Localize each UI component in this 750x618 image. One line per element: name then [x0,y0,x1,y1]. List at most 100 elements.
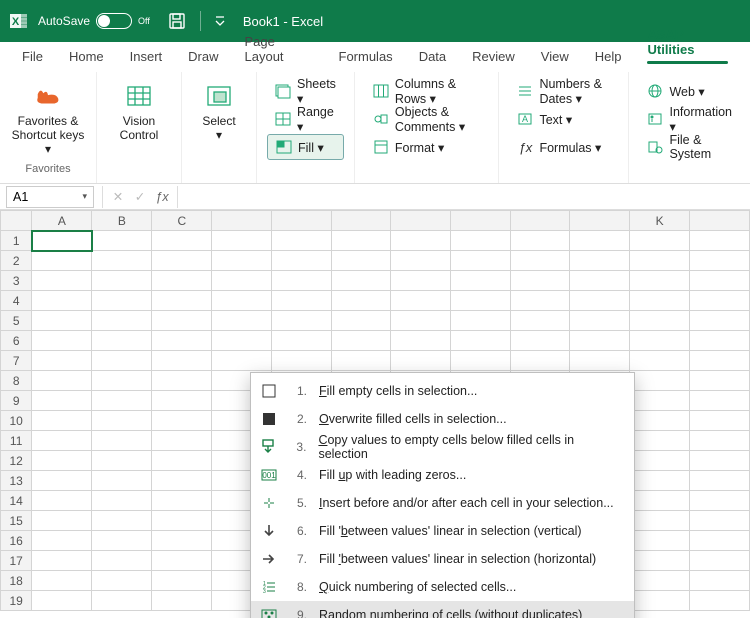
cell[interactable] [451,251,511,271]
cell[interactable] [630,411,690,431]
cell[interactable] [331,231,391,251]
cell[interactable] [510,251,570,271]
objects-comments-button[interactable]: Objects & Comments ▾ [365,106,489,132]
cell[interactable] [92,531,152,551]
cell[interactable] [152,571,212,591]
tab-draw[interactable]: Draw [176,43,230,72]
column-header[interactable] [690,211,750,231]
cell[interactable] [152,231,212,251]
column-header[interactable] [272,211,332,231]
name-box[interactable]: A1 ▾ [6,186,94,208]
cell[interactable] [570,231,630,251]
cell[interactable] [690,231,750,251]
cell[interactable] [630,351,690,371]
cell[interactable] [152,451,212,471]
cell[interactable] [92,351,152,371]
cell[interactable] [510,311,570,331]
menu-item-empty-square[interactable]: 1.Fill empty cells in selection... [251,377,634,405]
cell[interactable] [32,431,92,451]
cell[interactable] [690,251,750,271]
row-header[interactable]: 13 [1,471,32,491]
column-header[interactable] [212,211,272,231]
cell[interactable] [272,271,332,291]
cell[interactable] [451,271,511,291]
cell[interactable] [32,591,92,611]
cell[interactable] [32,351,92,371]
cell[interactable] [510,331,570,351]
menu-item-random[interactable]: 9.Random numbering of cells (without dup… [251,601,634,618]
cell[interactable] [630,431,690,451]
cell[interactable] [690,531,750,551]
cell[interactable] [630,491,690,511]
row-header[interactable]: 5 [1,311,32,331]
cell[interactable] [690,391,750,411]
cell[interactable] [212,331,272,351]
tab-formulas[interactable]: Formulas [327,43,405,72]
cell[interactable] [690,271,750,291]
cell[interactable] [272,311,332,331]
fx-button[interactable]: ƒx [151,190,173,204]
cell[interactable] [331,271,391,291]
cell[interactable] [32,491,92,511]
cell[interactable] [331,291,391,311]
cell[interactable] [92,471,152,491]
cell[interactable] [570,271,630,291]
cell[interactable] [630,231,690,251]
cell[interactable] [451,331,511,351]
column-header[interactable]: B [92,211,152,231]
columns-rows-button[interactable]: Columns & Rows ▾ [365,78,489,104]
cell[interactable] [152,531,212,551]
cell[interactable] [630,591,690,611]
tab-home[interactable]: Home [57,43,116,72]
cell[interactable] [212,311,272,331]
save-icon[interactable] [168,12,186,30]
cell[interactable] [570,311,630,331]
select-button[interactable]: Select ▾ [192,78,246,163]
cancel-icon[interactable]: ✕ [107,189,129,204]
cell[interactable] [92,311,152,331]
cell[interactable] [152,551,212,571]
cell[interactable] [212,251,272,271]
tab-page-layout[interactable]: Page Layout [233,28,325,72]
range-button[interactable]: Range ▾ [267,106,344,132]
cell[interactable] [32,291,92,311]
favorites-button[interactable]: Favorites & Shortcut keys ▾ [10,78,86,163]
tab-help[interactable]: Help [583,43,634,72]
cell[interactable] [391,351,451,371]
row-header[interactable]: 16 [1,531,32,551]
menu-item-filled-square[interactable]: 2.Overwrite filled cells in selection... [251,405,634,433]
select-all-corner[interactable] [1,211,32,231]
cell[interactable] [391,311,451,331]
row-header[interactable]: 4 [1,291,32,311]
cell[interactable] [570,351,630,371]
row-header[interactable]: 10 [1,411,32,431]
cell[interactable] [690,351,750,371]
row-header[interactable]: 6 [1,331,32,351]
cell[interactable] [92,391,152,411]
cell[interactable] [451,291,511,311]
cell[interactable] [690,411,750,431]
row-header[interactable]: 14 [1,491,32,511]
row-header[interactable]: 19 [1,591,32,611]
cell[interactable] [630,391,690,411]
cell[interactable] [32,451,92,471]
fill-button[interactable]: Fill ▾ [267,134,344,160]
cell[interactable] [630,531,690,551]
column-header[interactable] [331,211,391,231]
autosave-toggle[interactable]: AutoSave Off [38,13,150,29]
cell[interactable] [92,591,152,611]
row-header[interactable]: 8 [1,371,32,391]
cell[interactable] [92,511,152,531]
cell[interactable] [570,251,630,271]
row-header[interactable]: 12 [1,451,32,471]
cell[interactable] [92,331,152,351]
cell[interactable] [690,511,750,531]
cell[interactable] [152,491,212,511]
cell[interactable] [630,311,690,331]
cell[interactable] [630,451,690,471]
cell[interactable] [32,531,92,551]
cell[interactable] [92,271,152,291]
menu-item-arrow-right[interactable]: 7.Fill 'between values' linear in select… [251,545,634,573]
web-button[interactable]: Web ▾ [639,78,740,104]
cell[interactable] [510,351,570,371]
